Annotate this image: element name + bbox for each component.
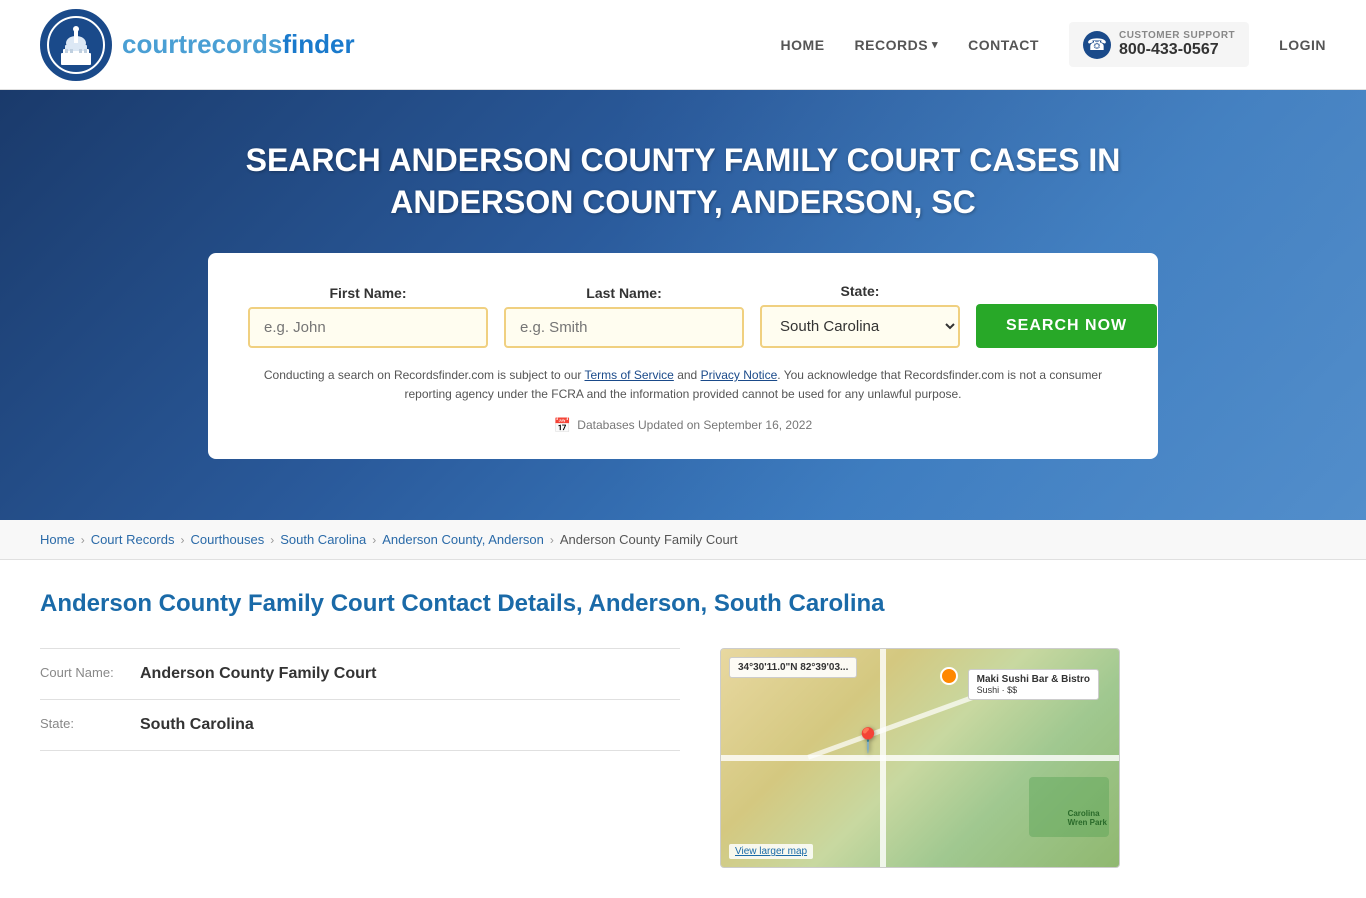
- map-location-pin: 📍: [853, 726, 883, 755]
- breadcrumb-sep-2: ›: [181, 533, 185, 547]
- breadcrumb-court-records[interactable]: Court Records: [91, 532, 175, 547]
- breadcrumb-sep-1: ›: [81, 533, 85, 547]
- details-table: Court Name: Anderson County Family Court…: [40, 648, 680, 751]
- map-orange-marker: [940, 667, 958, 685]
- hero-title: SEARCH ANDERSON COUNTY FAMILY COURT CASE…: [20, 140, 1346, 223]
- state-row: State: South Carolina: [40, 699, 680, 751]
- logo-area: courtrecordsfinder: [40, 9, 355, 81]
- search-fields: First Name: Last Name: State: AlabamaAla…: [248, 283, 1118, 348]
- search-box: First Name: Last Name: State: AlabamaAla…: [208, 253, 1158, 458]
- terms-link[interactable]: Terms of Service: [585, 368, 674, 382]
- state-field-group: State: AlabamaAlaskaArizonaArkansasCalif…: [760, 283, 960, 348]
- hero-section: SEARCH ANDERSON COUNTY FAMILY COURT CASE…: [0, 90, 1366, 520]
- calendar-icon: 📅: [554, 417, 571, 434]
- map-nearby-place: Maki Sushi Bar & Bistro Sushi · $$: [968, 669, 1099, 700]
- nav-records[interactable]: RECORDS ▾: [855, 37, 939, 53]
- db-updated-text: Databases Updated on September 16, 2022: [577, 418, 812, 432]
- first-name-input[interactable]: [248, 307, 488, 348]
- logo-icon: [40, 9, 112, 81]
- map-park-area: [1029, 777, 1109, 837]
- header: courtrecordsfinder HOME RECORDS ▾ CONTAC…: [0, 0, 1366, 90]
- logo-text: courtrecordsfinder: [122, 29, 355, 60]
- breadcrumb-sep-5: ›: [550, 533, 554, 547]
- breadcrumb-south-carolina[interactable]: South Carolina: [280, 532, 366, 547]
- support-area: ☎ CUSTOMER SUPPORT 800-433-0567: [1069, 22, 1249, 67]
- page-title: Anderson County Family Court Contact Det…: [40, 590, 1326, 618]
- nav-records-label: RECORDS: [855, 37, 929, 53]
- support-phone[interactable]: 800-433-0567: [1119, 41, 1235, 59]
- main-nav: HOME RECORDS ▾ CONTACT ☎ CUSTOMER SUPPOR…: [781, 22, 1326, 67]
- breadcrumb-current: Anderson County Family Court: [560, 532, 738, 547]
- map-view-larger[interactable]: View larger map: [729, 844, 813, 859]
- support-label: CUSTOMER SUPPORT: [1119, 30, 1235, 41]
- map-placeholder: CarolinaWren Park 📍 34°30'11.0"N 82°39'0…: [720, 648, 1120, 868]
- map-road-vertical: [880, 649, 886, 867]
- breadcrumb-home[interactable]: Home: [40, 532, 75, 547]
- map-area: CarolinaWren Park 📍 34°30'11.0"N 82°39'0…: [720, 648, 1120, 868]
- breadcrumb-sep-4: ›: [372, 533, 376, 547]
- map-nearby-sub: Sushi · $$: [977, 685, 1090, 695]
- court-name-value: Anderson County Family Court: [140, 665, 376, 683]
- last-name-label: Last Name:: [504, 285, 744, 301]
- last-name-input[interactable]: [504, 307, 744, 348]
- map-nearby-name: Maki Sushi Bar & Bistro: [977, 674, 1090, 685]
- search-button[interactable]: SEARCH NOW: [976, 304, 1157, 348]
- court-name-row: Court Name: Anderson County Family Court: [40, 648, 680, 699]
- state-detail-label: State:: [40, 716, 130, 731]
- main-content: Anderson County Family Court Contact Det…: [0, 560, 1366, 898]
- db-updated: 📅 Databases Updated on September 16, 202…: [248, 417, 1118, 434]
- state-detail-value: South Carolina: [140, 716, 254, 734]
- chevron-down-icon: ▾: [932, 38, 938, 51]
- map-coordinates-text: 34°30'11.0"N 82°39'03...: [738, 662, 848, 673]
- login-button[interactable]: LOGIN: [1279, 37, 1326, 53]
- support-text: CUSTOMER SUPPORT 800-433-0567: [1119, 30, 1235, 59]
- breadcrumb: Home › Court Records › Courthouses › Sou…: [0, 520, 1366, 560]
- disclaimer-text: Conducting a search on Recordsfinder.com…: [248, 366, 1118, 404]
- map-coordinates-label: 34°30'11.0"N 82°39'03...: [729, 657, 857, 678]
- nav-home[interactable]: HOME: [781, 37, 825, 53]
- state-label: State:: [760, 283, 960, 299]
- map-road-horizontal: [721, 755, 1119, 761]
- first-name-field-group: First Name:: [248, 285, 488, 348]
- nav-contact[interactable]: CONTACT: [968, 37, 1039, 53]
- hero-title-line1: SEARCH ANDERSON COUNTY FAMILY COURT CASE…: [246, 142, 1121, 178]
- state-select[interactable]: AlabamaAlaskaArizonaArkansasCaliforniaCo…: [760, 305, 960, 348]
- logo-text-regular: courtrecords: [122, 29, 282, 59]
- details-map-row: Court Name: Anderson County Family Court…: [40, 648, 1326, 868]
- map-inner: CarolinaWren Park 📍 34°30'11.0"N 82°39'0…: [721, 649, 1119, 867]
- breadcrumb-courthouses[interactable]: Courthouses: [191, 532, 265, 547]
- headset-icon: ☎: [1083, 31, 1111, 59]
- breadcrumb-sep-3: ›: [270, 533, 274, 547]
- hero-title-line2: ANDERSON COUNTY, ANDERSON, SC: [390, 184, 976, 220]
- map-park-label: CarolinaWren Park: [1068, 809, 1107, 827]
- court-name-label: Court Name:: [40, 665, 130, 680]
- last-name-field-group: Last Name:: [504, 285, 744, 348]
- first-name-label: First Name:: [248, 285, 488, 301]
- privacy-link[interactable]: Privacy Notice: [701, 368, 778, 382]
- logo-text-bold: finder: [282, 29, 354, 59]
- breadcrumb-anderson-county[interactable]: Anderson County, Anderson: [382, 532, 544, 547]
